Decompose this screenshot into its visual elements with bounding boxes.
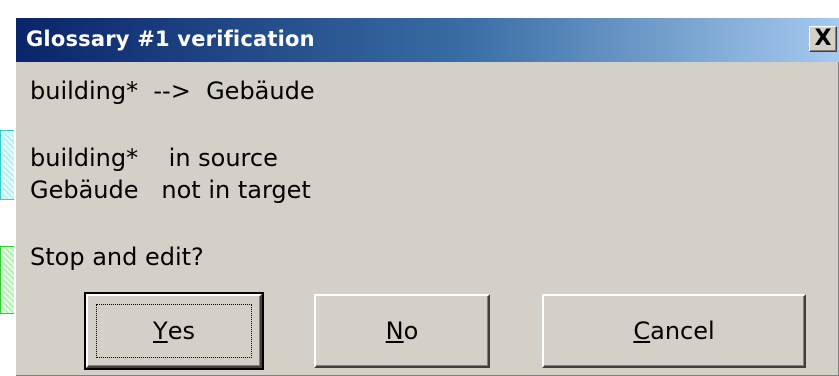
source-status-text: building* in source <box>30 144 278 172</box>
close-icon: X <box>814 26 832 51</box>
glossary-mapping-text: building* --> Gebäude <box>30 77 315 105</box>
yes-button[interactable]: Yes <box>84 292 264 370</box>
no-button[interactable]: No <box>314 294 490 368</box>
cancel-accelerator: C <box>633 317 651 345</box>
yes-label-rest: es <box>167 317 195 345</box>
dialog-titlebar[interactable]: Glossary #1 verification X <box>16 18 839 62</box>
stop-and-edit-question: Stop and edit? <box>30 243 204 271</box>
target-status-text: Gebäude not in target <box>30 176 311 204</box>
no-accelerator: N <box>385 317 404 345</box>
glossary-verification-dialog: Glossary #1 verification X building* -->… <box>14 16 839 376</box>
yes-accelerator: Y <box>153 317 168 345</box>
cancel-button[interactable]: Cancel <box>542 294 806 368</box>
dialog-title: Glossary #1 verification <box>26 27 315 51</box>
no-label-rest: o <box>403 317 419 345</box>
close-button[interactable]: X <box>809 26 837 52</box>
cancel-label-rest: ancel <box>650 317 715 345</box>
